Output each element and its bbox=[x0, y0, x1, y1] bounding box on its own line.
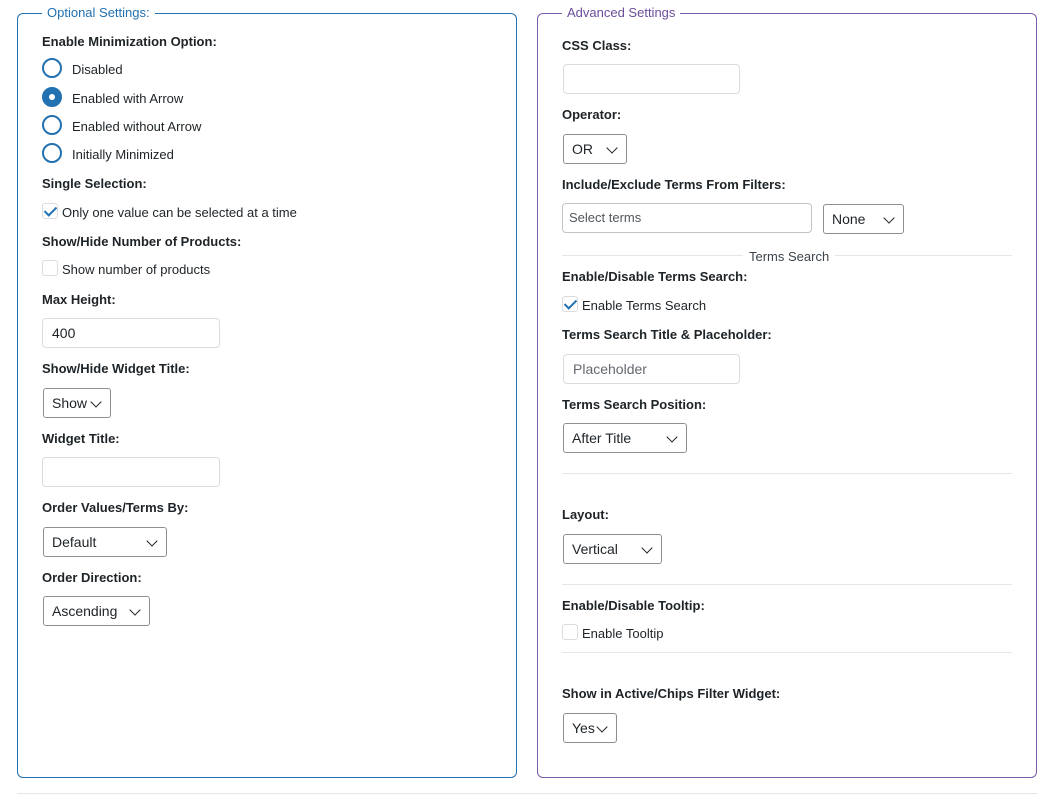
chevron-down-icon bbox=[90, 396, 102, 408]
radio-disabled-label[interactable]: Disabled bbox=[72, 62, 123, 77]
radio-enabled-without-arrow-label[interactable]: Enabled without Arrow bbox=[72, 119, 201, 134]
single-selection-checkbox[interactable] bbox=[42, 203, 58, 219]
operator-value: OR bbox=[572, 141, 593, 157]
chevron-down-icon bbox=[883, 212, 895, 224]
layout-value: Vertical bbox=[572, 541, 618, 557]
bottom-divider bbox=[17, 793, 1037, 794]
terms-search-checkbox[interactable] bbox=[562, 296, 578, 312]
radio-enabled-with-arrow-label[interactable]: Enabled with Arrow bbox=[72, 91, 183, 106]
terms-search-placeholder-input[interactable]: Placeholder bbox=[563, 354, 740, 384]
radio-enabled-without-arrow[interactable] bbox=[42, 115, 62, 135]
order-by-label: Order Values/Terms By: bbox=[42, 500, 189, 515]
chips-value: Yes bbox=[572, 720, 595, 736]
tooltip-checkbox[interactable] bbox=[562, 624, 578, 640]
chevron-down-icon bbox=[641, 542, 653, 554]
select-terms-input[interactable]: Select terms bbox=[562, 203, 812, 233]
terms-search-position-label: Terms Search Position: bbox=[562, 397, 707, 412]
optional-settings-legend: Optional Settings: bbox=[47, 5, 150, 20]
operator-select[interactable]: OR bbox=[563, 134, 627, 164]
chevron-down-icon bbox=[606, 142, 618, 154]
terms-search-position-select[interactable]: After Title bbox=[563, 423, 687, 453]
chips-select[interactable]: Yes bbox=[563, 713, 617, 743]
terms-search-section-title: Terms Search bbox=[743, 249, 836, 264]
tooltip-label: Enable/Disable Tooltip: bbox=[562, 598, 705, 613]
show-products-checkbox-label[interactable]: Show number of products bbox=[62, 262, 210, 277]
include-exclude-label: Include/Exclude Terms From Filters: bbox=[562, 177, 786, 192]
widget-title-label: Widget Title: bbox=[42, 431, 120, 446]
chevron-down-icon bbox=[596, 721, 608, 733]
single-selection-label: Single Selection: bbox=[42, 176, 147, 191]
include-exclude-mode-value: None bbox=[832, 211, 866, 227]
max-height-input[interactable]: 400 bbox=[42, 318, 220, 348]
radio-enabled-with-arrow[interactable] bbox=[42, 87, 62, 107]
tooltip-checkbox-label[interactable]: Enable Tooltip bbox=[582, 626, 663, 641]
order-direction-label: Order Direction: bbox=[42, 570, 142, 585]
radio-initially-minimized[interactable] bbox=[42, 143, 62, 163]
show-products-label: Show/Hide Number of Products: bbox=[42, 234, 242, 249]
layout-select[interactable]: Vertical bbox=[563, 534, 662, 564]
divider bbox=[562, 652, 1012, 653]
divider bbox=[562, 584, 1012, 585]
minimization-label: Enable Minimization Option: bbox=[42, 34, 217, 49]
terms-search-label: Enable/Disable Terms Search: bbox=[562, 269, 748, 284]
css-class-label: CSS Class: bbox=[562, 38, 632, 53]
single-selection-checkbox-label[interactable]: Only one value can be selected at a time bbox=[62, 205, 297, 220]
css-class-input[interactable] bbox=[563, 64, 740, 94]
terms-search-checkbox-label[interactable]: Enable Terms Search bbox=[582, 298, 706, 313]
show-products-checkbox[interactable] bbox=[42, 260, 58, 276]
radio-disabled[interactable] bbox=[42, 58, 62, 78]
chips-label: Show in Active/Chips Filter Widget: bbox=[562, 686, 781, 701]
chevron-down-icon bbox=[146, 535, 158, 547]
terms-search-position-value: After Title bbox=[572, 430, 632, 446]
order-by-value: Default bbox=[52, 534, 97, 550]
terms-search-title-label: Terms Search Title & Placeholder: bbox=[562, 327, 772, 342]
radio-initially-minimized-label[interactable]: Initially Minimized bbox=[72, 147, 174, 162]
divider bbox=[562, 473, 1012, 474]
max-height-label: Max Height: bbox=[42, 292, 116, 307]
widget-title-input[interactable] bbox=[42, 457, 220, 487]
operator-label: Operator: bbox=[562, 107, 622, 122]
widget-title-toggle-label: Show/Hide Widget Title: bbox=[42, 361, 190, 376]
include-exclude-mode-select[interactable]: None bbox=[823, 204, 904, 234]
widget-title-toggle-value: Show bbox=[52, 395, 88, 411]
chevron-down-icon bbox=[129, 604, 141, 616]
order-by-select[interactable]: Default bbox=[43, 527, 167, 557]
layout-label: Layout: bbox=[562, 507, 609, 522]
widget-title-toggle-select[interactable]: Show bbox=[43, 388, 111, 418]
advanced-settings-legend: Advanced Settings bbox=[567, 5, 676, 20]
order-direction-select[interactable]: Ascending bbox=[43, 596, 150, 626]
chevron-down-icon bbox=[666, 431, 678, 443]
order-direction-value: Ascending bbox=[52, 603, 118, 619]
